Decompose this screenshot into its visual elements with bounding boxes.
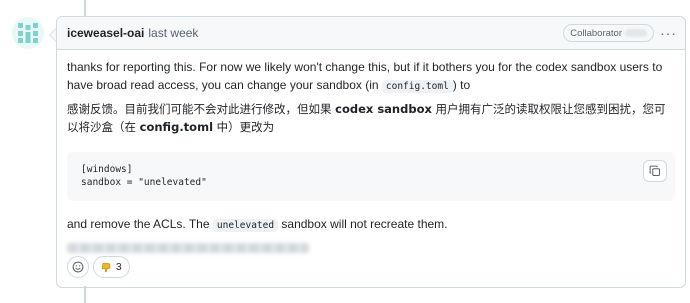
code-line-2: sandbox = "unelevated" (81, 177, 207, 188)
cn-text-1: 感谢反馈。目前我们可能不会对此进行修改，但如果 (67, 102, 336, 116)
thumbs-down-reaction-button[interactable]: 3 (93, 256, 130, 278)
timeline-line-bottom (84, 286, 86, 303)
copy-icon (649, 165, 661, 177)
blurred-translation (67, 243, 309, 253)
para2-text-start: and remove the ACLs. The (67, 217, 213, 231)
code-block: [windows] sandbox = "unelevated" (67, 152, 675, 201)
smiley-icon (72, 261, 84, 273)
inline-code-unelevated: unelevated (212, 219, 279, 232)
para1-text-end: ) to (452, 78, 471, 92)
reactions-bar: 3 (67, 256, 130, 278)
body-paragraph-cn: 感谢反馈。目前我们可能不会对此进行修改，但如果 codex sandbox 用户… (67, 100, 675, 136)
code-line-1: [windows] (81, 164, 133, 175)
timestamp-link[interactable]: last week (148, 26, 198, 40)
identicon-image (12, 17, 44, 49)
comment-header: iceweasel-oai last week Collaborator ··· (57, 17, 685, 50)
para2-text-end: sandbox will not recreate them. (278, 217, 448, 231)
thumbs-down-count: 3 (116, 261, 122, 273)
add-reaction-button[interactable] (67, 256, 89, 278)
inline-code-config: config.toml (381, 80, 453, 93)
cn-bold-2: config.toml (139, 120, 214, 134)
timeline-line-top (84, 0, 86, 16)
thumbs-down-icon (101, 262, 111, 272)
para1-text-start: thanks for reporting this. For now we li… (67, 60, 663, 92)
avatar[interactable] (12, 17, 44, 49)
kebab-horizontal-icon[interactable]: ··· (660, 25, 677, 41)
comment-box: iceweasel-oai last week Collaborator ···… (56, 16, 686, 288)
copy-button[interactable] (643, 160, 667, 182)
body-paragraph-1: thanks for reporting this. For now we li… (67, 58, 675, 96)
comment-body: thanks for reporting this. For now we li… (57, 50, 685, 253)
badge-redacted (625, 29, 647, 37)
cn-text-3: 中）更改为 (213, 120, 275, 134)
badge-label: Collaborator (570, 27, 622, 39)
author-link[interactable]: iceweasel-oai (67, 26, 144, 40)
cn-bold-1: codex sandbox (335, 102, 432, 116)
collaborator-badge: Collaborator (563, 24, 654, 42)
body-paragraph-2: and remove the ACLs. The unelevated sand… (67, 215, 675, 235)
